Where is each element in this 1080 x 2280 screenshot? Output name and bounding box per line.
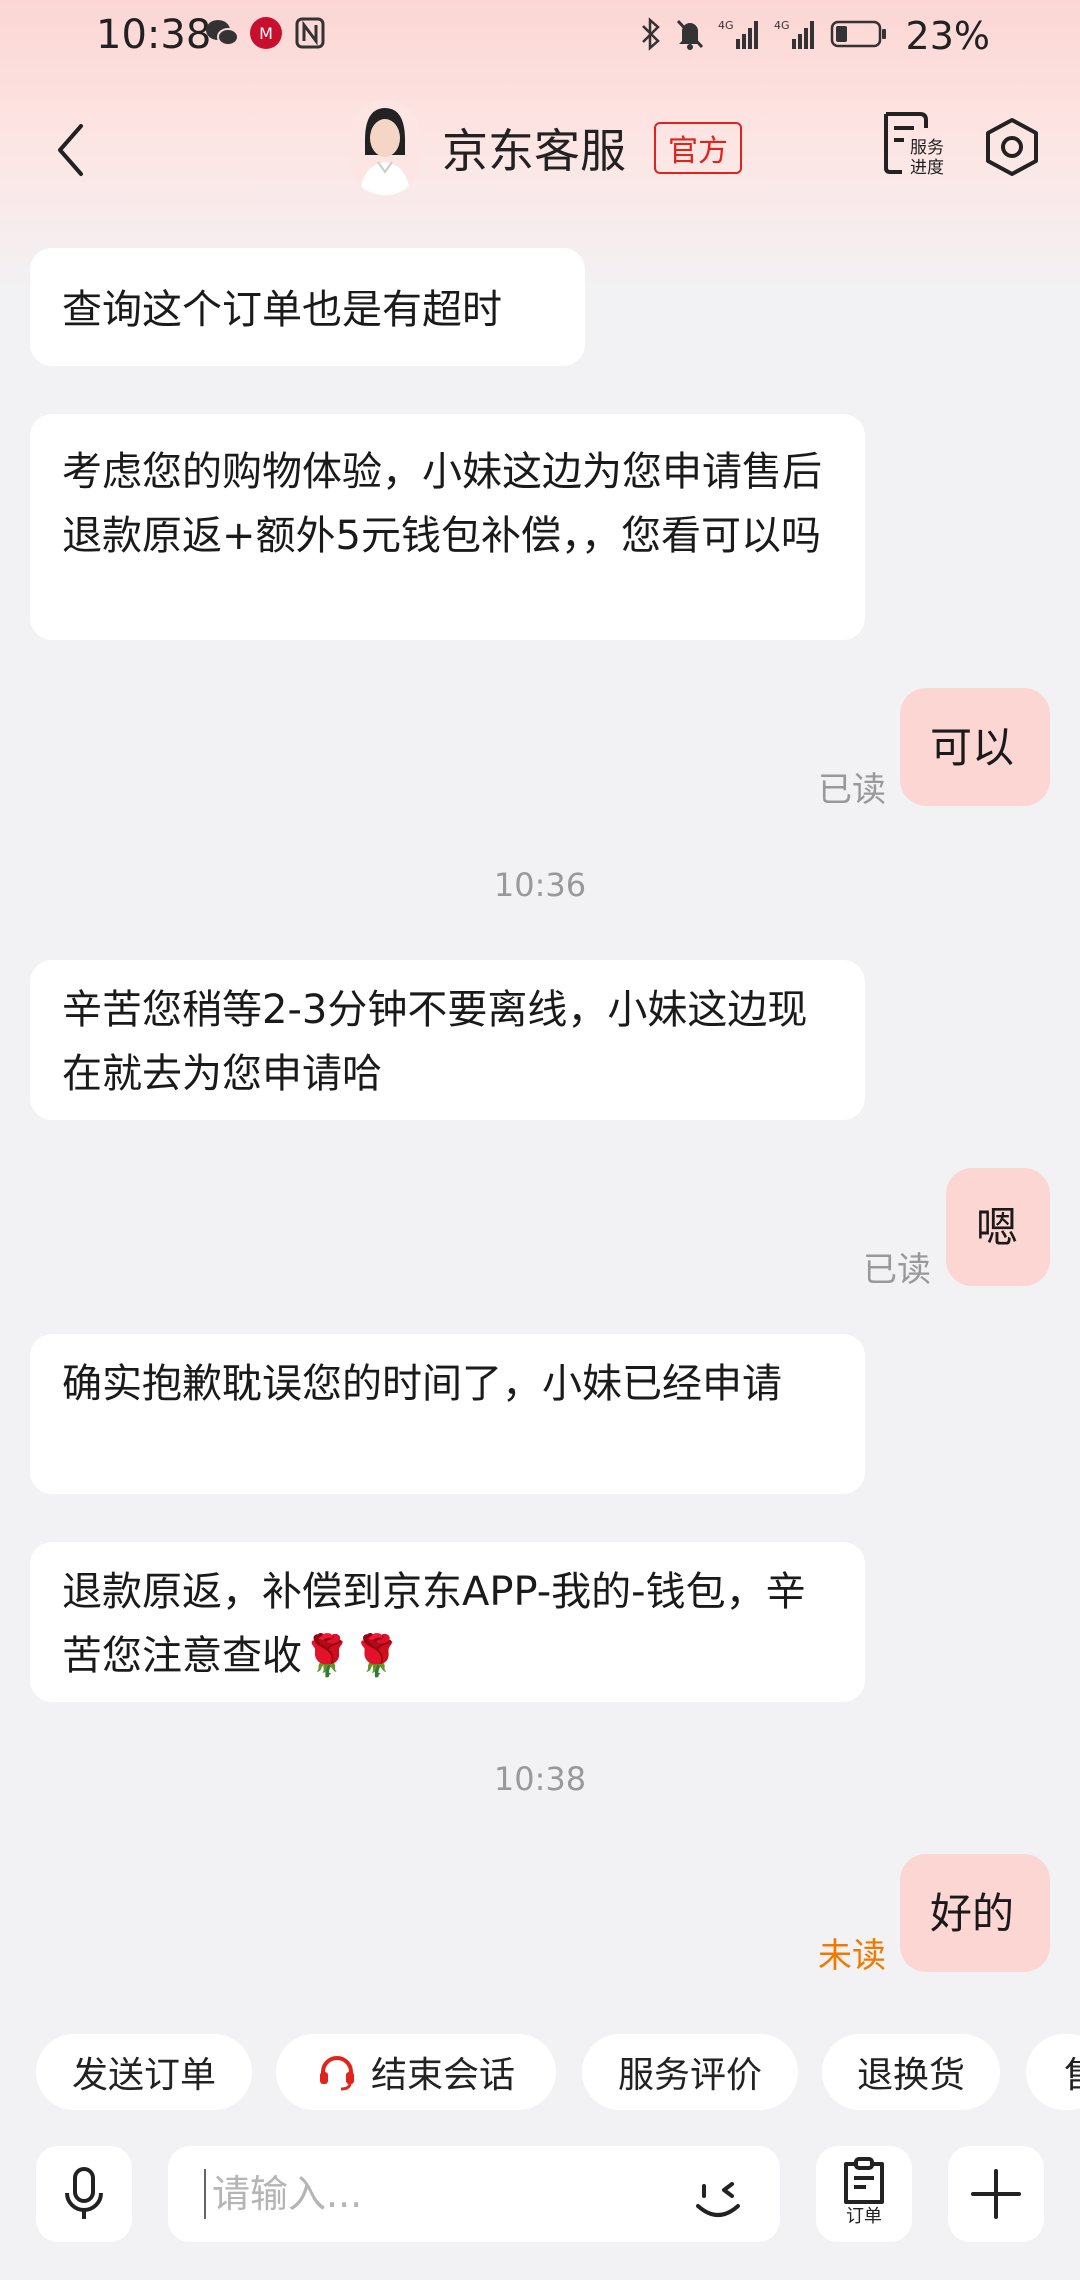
time-separator: 10:36: [493, 866, 587, 904]
order-label: 订单: [846, 2206, 882, 2227]
status-time: 10:38: [96, 12, 212, 58]
settings-button[interactable]: [980, 115, 1050, 185]
bluetooth-icon: [640, 17, 662, 55]
read-status: 已读: [818, 770, 886, 810]
notification-icons: M: [205, 16, 327, 50]
message-text: 退款原返，补偿到京东APP-我的-钱包，辛苦您注意查收🌹🌹: [62, 1569, 806, 1679]
hexagon-settings-icon: [986, 118, 1038, 176]
plus-icon: [971, 2169, 1021, 2219]
message-agent[interactable]: 考虑您的购物体验，小妹这边为您申请售后退款原返+额外5元钱包补偿，，您看可以吗: [30, 414, 865, 640]
svg-text:M: M: [259, 24, 273, 43]
signal-icon-1: 4G: [718, 17, 762, 55]
chat-header: 京东客服 官方 服务进度: [0, 100, 1080, 195]
battery-percentage: 23%: [905, 14, 990, 58]
mute-icon: [674, 17, 706, 55]
message-text: 确实抱歉耽误您的时间了，小妹已经申请: [62, 1361, 782, 1407]
headset-icon: [319, 2056, 354, 2091]
return-exchange-chip[interactable]: 退换货: [822, 2034, 1000, 2110]
message-text: 考虑您的购物体验，小妹这边为您申请售后退款原返+额外5元钱包补偿，，您看可以吗: [62, 449, 822, 559]
wechat-icon: [205, 16, 239, 50]
chip-label: 退换货: [856, 2055, 965, 2096]
message-agent[interactable]: 查询这个订单也是有超时: [30, 248, 585, 366]
message-user[interactable]: 可以: [900, 688, 1050, 806]
quick-actions: 发送订单 结束会话 服务评价 退换货 售: [0, 2034, 1080, 2110]
voice-button[interactable]: [36, 2146, 132, 2242]
send-order-chip[interactable]: 发送订单: [36, 2034, 252, 2110]
status-bar: 10:38 M 4G 4G 23%: [0, 0, 1080, 76]
message-input-box[interactable]: [168, 2146, 780, 2242]
input-bar: 订单: [0, 2120, 1080, 2280]
message-text: 可以: [930, 723, 1015, 772]
agent-info[interactable]: 京东客服 官方: [350, 100, 742, 195]
battery-icon: [830, 19, 888, 53]
message-text: 嗯: [976, 1203, 1019, 1252]
back-button[interactable]: [40, 110, 100, 190]
nfc-icon: [293, 16, 327, 50]
read-status: 已读: [863, 1250, 931, 1290]
signal-icon-2: 4G: [774, 17, 818, 55]
system-indicators: 4G 4G 23%: [640, 14, 990, 58]
message-user[interactable]: 好的: [900, 1854, 1050, 1972]
svg-text:4G: 4G: [718, 19, 734, 32]
chip-label: 服务评价: [617, 2055, 762, 2096]
service-progress-button[interactable]: 服务进度: [880, 108, 950, 188]
unread-status: 未读: [818, 1936, 886, 1976]
text-caret: [204, 2169, 206, 2219]
message-agent[interactable]: 辛苦您稍等2-3分钟不要离线，小妹这边现在就去为您申请哈: [30, 960, 865, 1120]
time-separator: 10:38: [493, 1760, 587, 1798]
add-button[interactable]: [948, 2146, 1044, 2242]
message-text: 辛苦您稍等2-3分钟不要离线，小妹这边现在就去为您申请哈: [62, 987, 808, 1097]
message-text: 好的: [930, 1889, 1015, 1938]
end-session-chip[interactable]: 结束会话: [276, 2034, 556, 2110]
message-agent[interactable]: 退款原返，补偿到京东APP-我的-钱包，辛苦您注意查收🌹🌹: [30, 1542, 865, 1702]
official-badge: 官方: [654, 121, 742, 174]
chat-title: 京东客服: [442, 123, 626, 178]
chip-label: 售: [1064, 2046, 1080, 2098]
cmb-bank-icon: M: [249, 16, 283, 50]
agent-avatar: [350, 100, 420, 195]
message-agent[interactable]: 确实抱歉耽误您的时间了，小妹已经申请: [30, 1334, 865, 1494]
service-rating-chip[interactable]: 服务评价: [582, 2034, 798, 2110]
order-button[interactable]: 订单: [816, 2146, 912, 2242]
service-progress-label: 服务进度: [910, 138, 944, 178]
emoji-wink-icon[interactable]: [690, 2166, 750, 2226]
chip-label: 发送订单: [71, 2055, 216, 2096]
message-text: 查询这个订单也是有超时: [62, 287, 502, 333]
chevron-left-icon: [58, 124, 83, 176]
more-chip[interactable]: 售: [1026, 2034, 1080, 2110]
chip-label: 结束会话: [370, 2055, 515, 2096]
message-user[interactable]: 嗯: [946, 1168, 1050, 1286]
svg-text:4G: 4G: [774, 19, 790, 32]
microphone-icon: [65, 2167, 103, 2219]
message-input[interactable]: [210, 2171, 654, 2217]
